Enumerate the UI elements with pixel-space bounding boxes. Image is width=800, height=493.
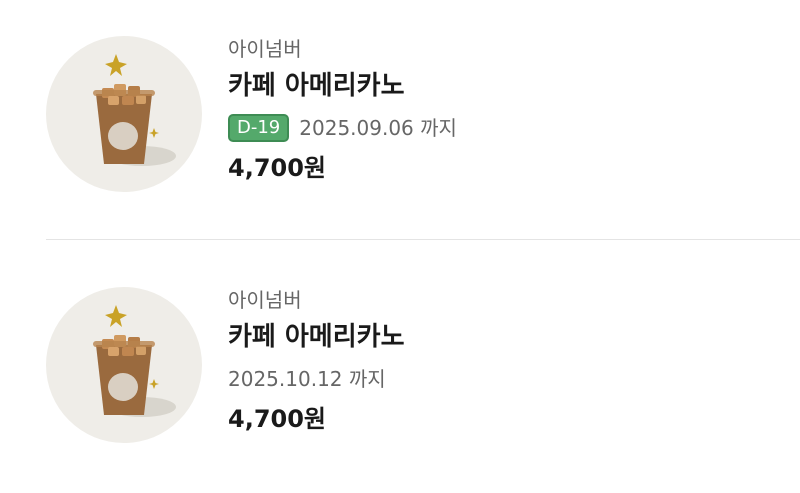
iced-americano-cup-icon — [93, 305, 176, 417]
dday-badge: D-19 — [228, 114, 290, 142]
coupon-item[interactable]: 아이넘버 카페 아메리카노 2025.10.12 까지 4,700원 — [0, 251, 800, 451]
coupon-item[interactable]: 아이넘버 카페 아메리카노 D-19 2025.09.06 까지 4,700원 — [0, 0, 800, 200]
product-thumbnail — [46, 287, 202, 443]
brand-name: 아이넘버 — [228, 288, 302, 312]
expiry-date: 2025.10.12 까지 — [228, 367, 386, 391]
expiry-date: 2025.09.06 까지 — [299, 116, 457, 140]
coupon-list: 아이넘버 카페 아메리카노 D-19 2025.09.06 까지 4,700원 — [0, 0, 800, 493]
price: 4,700원 — [228, 405, 326, 433]
product-title: 카페 아메리카노 — [228, 322, 405, 352]
iced-americano-cup-icon — [93, 54, 176, 166]
divider — [46, 239, 800, 240]
coupon-info: 아이넘버 카페 아메리카노 2025.10.12 까지 4,700원 — [228, 285, 405, 439]
expiry-row: 2025.10.12 까지 — [228, 359, 405, 399]
price: 4,700원 — [228, 154, 326, 182]
coupon-info: 아이넘버 카페 아메리카노 D-19 2025.09.06 까지 4,700원 — [228, 34, 457, 188]
product-thumbnail — [46, 36, 202, 192]
product-title: 카페 아메리카노 — [228, 71, 405, 101]
brand-name: 아이넘버 — [228, 37, 302, 61]
expiry-row: D-19 2025.09.06 까지 — [228, 108, 457, 148]
